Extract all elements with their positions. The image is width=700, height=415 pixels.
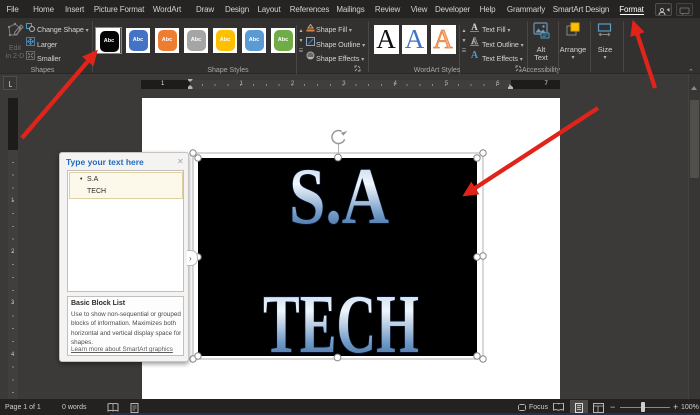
svg-text:S.A: S.A	[289, 153, 389, 241]
